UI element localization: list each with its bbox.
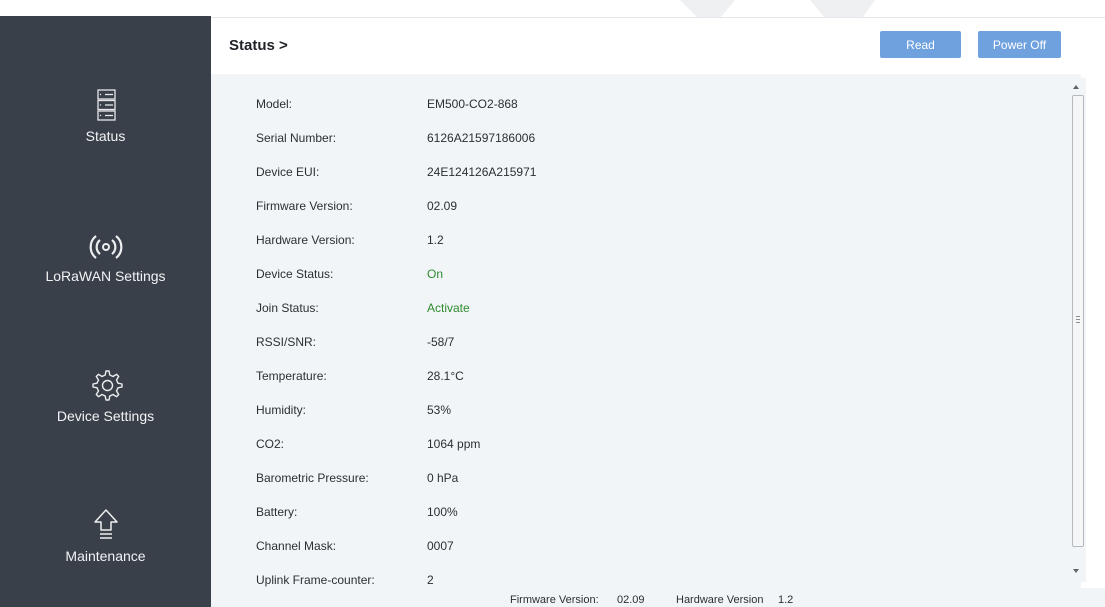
status-row-channel-mask: Channel Mask: 0007: [211, 539, 1071, 575]
sidebar-item-label: Device Settings: [56, 408, 155, 424]
field-value: 1.2: [427, 233, 444, 247]
server-icon: [96, 89, 116, 121]
status-row-co2: CO2: 1064 ppm: [211, 437, 1071, 473]
status-row-join-status: Join Status: Activate: [211, 301, 1071, 337]
field-label: Uplink Frame-counter:: [256, 573, 375, 587]
upload-icon: [93, 509, 118, 539]
scroll-up-arrow-icon[interactable]: [1073, 85, 1079, 89]
field-value: 0 hPa: [427, 471, 459, 485]
sidebar-item-label: Status: [85, 128, 126, 144]
field-value: 24E124126A215971: [427, 165, 537, 179]
field-value: Activate: [427, 301, 470, 315]
status-row-firmware-version: Firmware Version: 02.09: [211, 199, 1071, 235]
field-value: -58/7: [427, 335, 455, 349]
footer-firmware-label: Firmware Version:: [510, 594, 599, 606]
sidebar-item-maintenance[interactable]: Maintenance: [0, 508, 211, 564]
field-value: 02.09: [427, 199, 458, 213]
sidebar: Status LoRaWAN Settings Device Settings: [0, 16, 211, 607]
sidebar-item-label: Maintenance: [65, 548, 146, 564]
field-label: Humidity:: [256, 403, 307, 417]
scrollbar-thumb[interactable]: [1072, 95, 1084, 547]
footer-hardware-value: 1.2: [778, 594, 794, 606]
app-window: Status LoRaWAN Settings Device Settings: [0, 0, 1105, 607]
field-label: Battery:: [256, 505, 298, 519]
status-row-hardware-version: Hardware Version: 1.2: [211, 233, 1071, 269]
field-value: 1064 ppm: [427, 437, 481, 451]
sidebar-item-device-settings[interactable]: Device Settings: [0, 368, 211, 424]
status-row-barometric-pressure: Barometric Pressure: 0 hPa: [211, 471, 1071, 507]
power-off-button[interactable]: Power Off: [978, 31, 1061, 58]
read-button[interactable]: Read: [880, 31, 961, 58]
field-value: 2: [427, 573, 434, 587]
field-label: Channel Mask:: [256, 539, 337, 553]
vertical-scrollbar[interactable]: [1069, 78, 1086, 582]
field-value: 28.1°C: [427, 369, 464, 383]
status-row-device-status: Device Status: On: [211, 267, 1071, 303]
status-row-device-eui: Device EUI: 24E124126A215971: [211, 165, 1071, 201]
field-label: RSSI/SNR:: [256, 335, 317, 349]
grip-icon: [1076, 316, 1080, 323]
field-value: 100%: [427, 505, 458, 519]
status-row-temperature: Temperature: 28.1°C: [211, 369, 1071, 405]
field-value: EM500-CO2-868: [427, 97, 518, 111]
field-label: Device Status:: [256, 267, 334, 281]
sidebar-item-status[interactable]: Status: [0, 88, 211, 144]
page-title: Status >: [229, 37, 288, 54]
field-value: 6126A21597186006: [427, 131, 536, 145]
field-label: Firmware Version:: [256, 199, 353, 213]
status-row-rssi-snr: RSSI/SNR: -58/7: [211, 335, 1071, 371]
sidebar-item-label: LoRaWAN Settings: [45, 268, 166, 284]
field-label: Device EUI:: [256, 165, 320, 179]
field-label: Model:: [256, 97, 293, 111]
status-row-battery: Battery: 100%: [211, 505, 1071, 541]
field-label: Hardware Version:: [256, 233, 355, 247]
scroll-down-arrow-icon[interactable]: [1073, 569, 1079, 573]
status-row-serial-number: Serial Number: 6126A21597186006: [211, 131, 1071, 167]
page-header: Status > Read Power Off: [211, 18, 1081, 74]
gear-icon: [91, 370, 123, 401]
footer-hardware-label: Hardware Version: [676, 594, 764, 606]
field-label: Join Status:: [256, 301, 319, 315]
sidebar-item-lorawan-settings[interactable]: LoRaWAN Settings: [0, 228, 211, 284]
wireless-signal-icon: [89, 235, 122, 259]
field-value: On: [427, 267, 444, 281]
status-panel: Model: EM500-CO2-868 Serial Number: 6126…: [211, 74, 1081, 588]
field-label: CO2:: [256, 437, 285, 451]
footer-firmware-value: 02.09: [617, 594, 645, 606]
status-row-humidity: Humidity: 53%: [211, 403, 1071, 439]
status-row-model: Model: EM500-CO2-868: [211, 97, 1071, 133]
footer-version-bar: Firmware Version: 02.09 Hardware Version…: [211, 588, 1105, 607]
field-label: Barometric Pressure:: [256, 471, 369, 485]
field-value: 53%: [427, 403, 452, 417]
status-row-uplink-frame-counter: Uplink Frame-counter: 2: [211, 573, 1071, 588]
field-label: Temperature:: [256, 369, 327, 383]
field-label: Serial Number:: [256, 131, 337, 145]
field-value: 0007: [427, 539, 454, 553]
